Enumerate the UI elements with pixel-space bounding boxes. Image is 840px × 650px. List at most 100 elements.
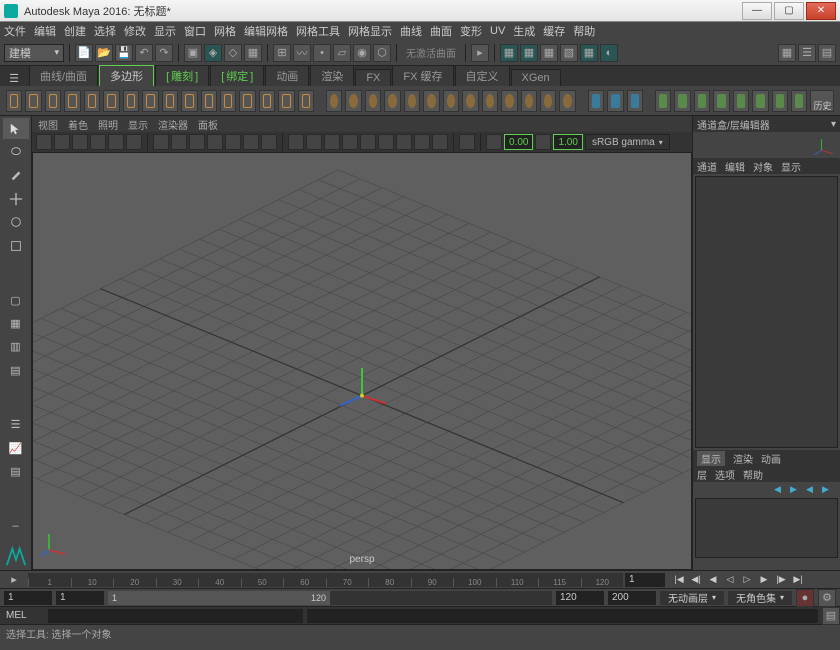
menu-create[interactable]: 创建 bbox=[64, 23, 86, 39]
collapse-toolbox-icon[interactable]: – bbox=[3, 516, 29, 537]
render-frame-icon[interactable]: ▦ bbox=[500, 44, 518, 62]
open-scene-icon[interactable]: 📂 bbox=[95, 44, 113, 62]
separate-icon[interactable] bbox=[345, 90, 361, 112]
dope-sheet-toggle-icon[interactable]: ▤ bbox=[3, 461, 29, 482]
ipr-render-icon[interactable]: ▦ bbox=[520, 44, 538, 62]
layer-menu-help[interactable]: 帮助 bbox=[743, 467, 763, 482]
booleans-icon[interactable] bbox=[365, 90, 381, 112]
poly-plane-icon[interactable] bbox=[103, 90, 119, 112]
vp-lock-camera-icon[interactable] bbox=[54, 134, 70, 150]
history-icon[interactable]: 历史 bbox=[810, 90, 834, 112]
tab-custom[interactable]: 自定义 bbox=[455, 65, 510, 86]
menu-surfaces[interactable]: 曲面 bbox=[430, 23, 452, 39]
paint-select-tool-icon[interactable] bbox=[3, 165, 29, 186]
timeline-menu-icon[interactable]: ▸ bbox=[0, 573, 28, 586]
step-back-key-icon[interactable]: ◀| bbox=[688, 573, 704, 587]
menu-mesh-tools[interactable]: 网格工具 bbox=[296, 23, 340, 39]
multi-cut-icon[interactable] bbox=[482, 90, 498, 112]
panel-menu-icon[interactable]: ▾ bbox=[831, 119, 836, 130]
two-pane-h-icon[interactable]: ▥ bbox=[3, 336, 29, 357]
soft-edge-icon[interactable] bbox=[607, 90, 623, 112]
rp-tab-show[interactable]: 显示 bbox=[781, 159, 801, 174]
poly-sphere-icon[interactable] bbox=[6, 90, 22, 112]
vp-motion-blur-icon[interactable] bbox=[378, 134, 394, 150]
rp-tab-edit[interactable]: 编辑 bbox=[725, 159, 745, 174]
vp-menu-lighting[interactable]: 照明 bbox=[98, 117, 118, 132]
go-to-end-icon[interactable]: ▶| bbox=[790, 573, 806, 587]
single-pane-icon[interactable]: ▢ bbox=[3, 290, 29, 311]
range-start-outer[interactable]: 1 bbox=[4, 591, 52, 605]
graph-editor-toggle-icon[interactable]: 📈 bbox=[3, 438, 29, 459]
hypershade-icon[interactable]: ▧ bbox=[560, 44, 578, 62]
vp-shadows-icon[interactable] bbox=[342, 134, 358, 150]
light-editor-icon[interactable]: ◐ bbox=[600, 44, 618, 62]
insert-edge-loop-icon[interactable] bbox=[521, 90, 537, 112]
menu-windows[interactable]: 窗口 bbox=[184, 23, 206, 39]
chamfer-icon[interactable] bbox=[752, 90, 768, 112]
view-cube-icon[interactable] bbox=[693, 132, 840, 158]
rp-tab-channels[interactable]: 通道 bbox=[697, 159, 717, 174]
layer-delete-icon[interactable]: ▶ bbox=[822, 484, 836, 494]
extrude-icon[interactable] bbox=[404, 90, 420, 112]
current-frame-field[interactable]: 1 bbox=[625, 573, 665, 587]
viewport-3d[interactable]: persp bbox=[32, 152, 692, 570]
poly-svg-icon[interactable] bbox=[298, 90, 314, 112]
vp-bookmarks-icon[interactable] bbox=[72, 134, 88, 150]
menu-file[interactable]: 文件 bbox=[4, 23, 26, 39]
two-pane-v-icon[interactable]: ▤ bbox=[3, 360, 29, 381]
wedge-icon[interactable] bbox=[733, 90, 749, 112]
scale-tool-icon[interactable] bbox=[3, 235, 29, 256]
poly-prism-icon[interactable] bbox=[181, 90, 197, 112]
vp-menu-view[interactable]: 视图 bbox=[38, 117, 58, 132]
script-editor-icon[interactable]: ▤ bbox=[822, 607, 840, 625]
layer-move-down-icon[interactable]: ▶ bbox=[790, 484, 804, 494]
step-forward-key-icon[interactable]: |▶ bbox=[773, 573, 789, 587]
vp-ao-icon[interactable] bbox=[360, 134, 376, 150]
step-forward-icon[interactable]: ▶ bbox=[756, 573, 772, 587]
sculpt-tool-icon[interactable] bbox=[655, 90, 671, 112]
menu-mesh-display[interactable]: 网格显示 bbox=[348, 23, 392, 39]
snap-live-icon[interactable]: ◉ bbox=[353, 44, 371, 62]
channel-box-toggle-icon[interactable]: ☰ bbox=[798, 44, 816, 62]
vp-menu-renderer[interactable]: 渲染器 bbox=[158, 117, 188, 132]
poly-cube-icon[interactable] bbox=[25, 90, 41, 112]
menu-display[interactable]: 显示 bbox=[154, 23, 176, 39]
vp-menu-shading[interactable]: 着色 bbox=[68, 117, 88, 132]
poly-pyramid-icon[interactable] bbox=[162, 90, 178, 112]
menu-select[interactable]: 选择 bbox=[94, 23, 116, 39]
vp-menu-panels[interactable]: 面板 bbox=[198, 117, 218, 132]
four-pane-icon[interactable]: ▦ bbox=[3, 313, 29, 334]
vp-color-transform-select[interactable]: sRGB gamma bbox=[585, 134, 670, 150]
rp-tab-object[interactable]: 对象 bbox=[753, 159, 773, 174]
snap-curve-icon[interactable]: 〰 bbox=[293, 44, 311, 62]
combine-icon[interactable] bbox=[326, 90, 342, 112]
range-start-inner[interactable]: 1 bbox=[56, 591, 104, 605]
vp-gate-mask-icon[interactable] bbox=[207, 134, 223, 150]
lasso-tool-icon[interactable] bbox=[3, 141, 29, 162]
connect-icon[interactable] bbox=[694, 90, 710, 112]
menu-curves[interactable]: 曲线 bbox=[400, 23, 422, 39]
mirror-icon[interactable] bbox=[588, 90, 604, 112]
render-view-icon[interactable]: ▦ bbox=[580, 44, 598, 62]
select-mask-icon[interactable]: ▦ bbox=[244, 44, 262, 62]
go-to-start-icon[interactable]: |◀ bbox=[671, 573, 687, 587]
poly-platonic-icon[interactable] bbox=[142, 90, 158, 112]
poly-disc-icon[interactable] bbox=[123, 90, 139, 112]
rotate-tool-icon[interactable] bbox=[3, 212, 29, 233]
range-end-outer[interactable]: 200 bbox=[608, 591, 656, 605]
maximize-button[interactable]: ▢ bbox=[774, 2, 804, 20]
new-scene-icon[interactable]: 📄 bbox=[75, 44, 93, 62]
vp-exposure-icon[interactable] bbox=[486, 134, 502, 150]
vp-textured-icon[interactable] bbox=[396, 134, 412, 150]
tab-curves-surfaces[interactable]: 曲线/曲面 bbox=[29, 65, 98, 86]
detach-icon[interactable] bbox=[772, 90, 788, 112]
vp-gamma-icon[interactable] bbox=[535, 134, 551, 150]
minimize-button[interactable]: — bbox=[742, 2, 772, 20]
vp-select-camera-icon[interactable] bbox=[36, 134, 52, 150]
vp-image-plane-icon[interactable] bbox=[90, 134, 106, 150]
vp-smooth-shade-icon[interactable] bbox=[306, 134, 322, 150]
menu-deform[interactable]: 变形 bbox=[460, 23, 482, 39]
layer-tab-anim[interactable]: 动画 bbox=[761, 451, 781, 466]
layer-tab-render[interactable]: 渲染 bbox=[733, 451, 753, 466]
quad-draw-icon[interactable] bbox=[674, 90, 690, 112]
